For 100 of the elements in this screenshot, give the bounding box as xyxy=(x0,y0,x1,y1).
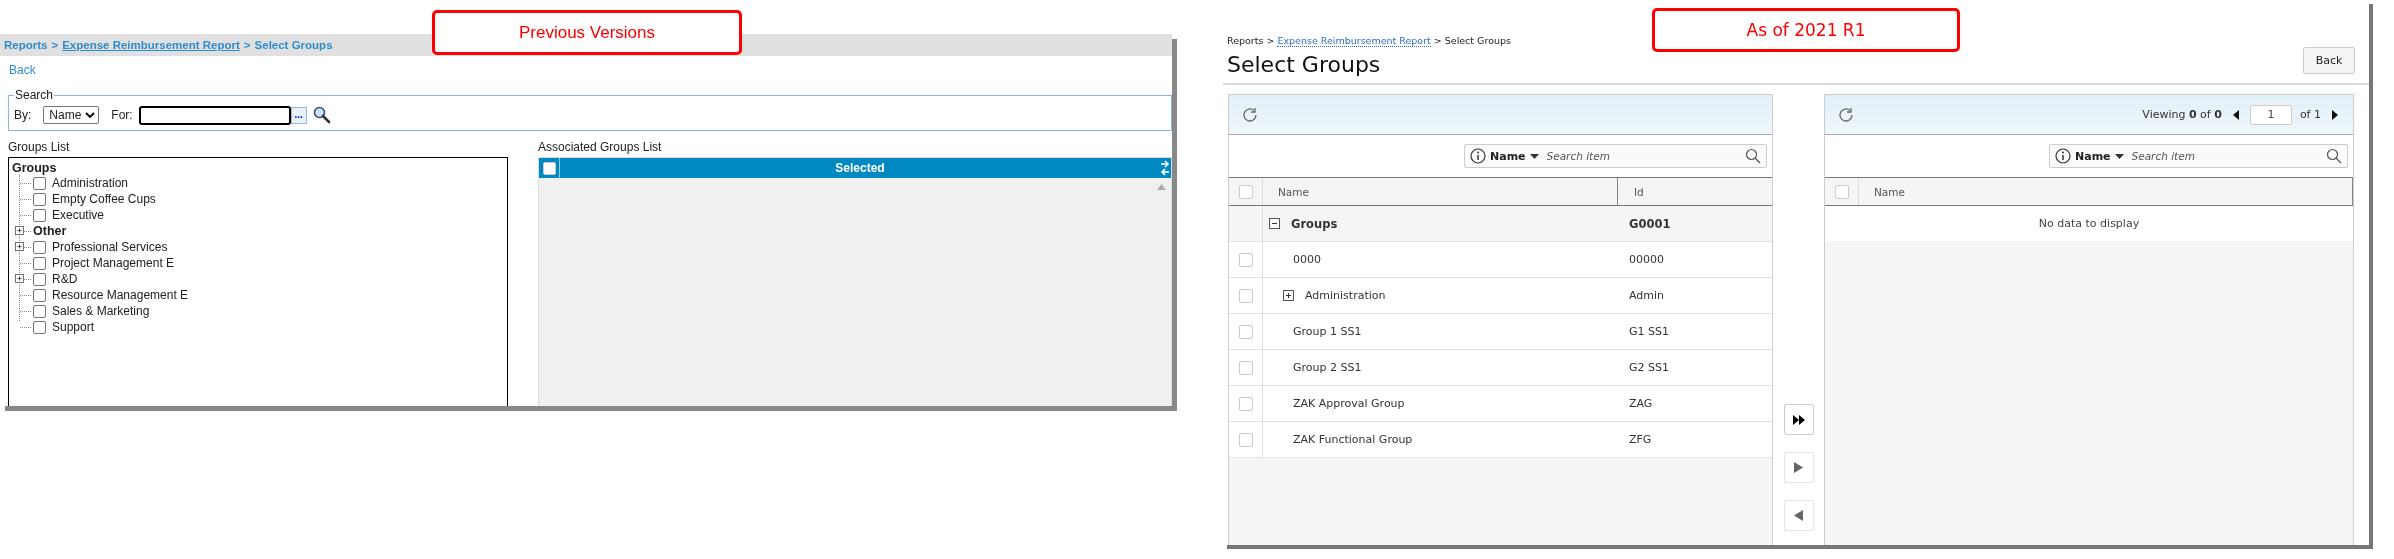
checkbox[interactable] xyxy=(33,320,46,334)
expand-icon[interactable] xyxy=(15,274,24,283)
checkbox[interactable] xyxy=(1238,288,1253,303)
tree-item[interactable]: Administration xyxy=(52,176,129,190)
table-cell: ZAK Functional Group xyxy=(1293,433,1413,446)
table-row[interactable]: Group 2 SS1 G2 SS1 xyxy=(1229,350,1772,386)
checkbox[interactable] xyxy=(542,161,556,175)
double-arrow-icon xyxy=(1792,414,1805,425)
page-input[interactable]: 1 xyxy=(2249,104,2292,125)
checkbox[interactable] xyxy=(33,288,46,302)
table-row[interactable]: 0000 00000 xyxy=(1229,242,1772,278)
by-label: By: xyxy=(14,108,32,122)
callout-label: As of 2021 R1 xyxy=(1652,8,1960,52)
back-link[interactable]: Back xyxy=(9,63,36,77)
search-icon[interactable] xyxy=(312,106,331,124)
refresh-icon[interactable] xyxy=(1241,105,1259,124)
checkbox[interactable] xyxy=(1238,432,1253,447)
tree-item[interactable]: R&D xyxy=(52,272,78,286)
list-label: Associated Groups List xyxy=(538,140,663,154)
table-row[interactable]: Groups G0001 xyxy=(1229,206,1772,242)
tree-item[interactable]: Resource Management E xyxy=(52,288,189,302)
search-by-dropdown[interactable]: Name xyxy=(43,106,100,124)
column-header[interactable]: Name xyxy=(1263,178,1618,205)
table-row[interactable]: Group 1 SS1 G1 SS1 xyxy=(1229,314,1772,350)
tree-item[interactable]: Professional Services xyxy=(52,240,168,254)
checkbox[interactable] xyxy=(1238,396,1253,411)
search-icon[interactable] xyxy=(1745,148,1761,164)
move-button[interactable] xyxy=(1783,404,1814,435)
checkbox[interactable] xyxy=(33,256,46,270)
previous-page-icon[interactable] xyxy=(2232,109,2239,120)
for-label: For: xyxy=(111,108,133,122)
breadcrumb-item: Select Groups xyxy=(1444,35,1511,47)
caret-icon xyxy=(1529,153,1539,159)
breadcrumb-link[interactable]: Expense Reimbursement Report xyxy=(1277,35,1431,47)
table-row[interactable]: ZAK Functional Group ZFG xyxy=(1229,422,1772,458)
checkbox[interactable] xyxy=(33,304,46,318)
field-dropdown[interactable]: Name xyxy=(2075,149,2124,163)
tree-category[interactable]: Other xyxy=(33,224,67,238)
breadcrumb-separator: > xyxy=(1433,35,1442,47)
field-dropdown[interactable]: Name xyxy=(1490,149,1539,163)
table-cell-text: G0001 xyxy=(1628,215,1672,233)
breadcrumb-separator: > xyxy=(51,39,59,51)
search-field[interactable]: Name Search item xyxy=(1464,144,1767,168)
tree-item[interactable]: Support xyxy=(52,320,95,334)
tree-item[interactable]: Empty Coffee Cups xyxy=(52,192,156,206)
checkbox[interactable] xyxy=(1238,360,1253,375)
table-cell-text: G2 SS1 xyxy=(1628,360,1670,376)
checkbox[interactable] xyxy=(1238,324,1253,339)
table-cell: Groups xyxy=(1291,216,1338,231)
breadcrumb-item: Reports xyxy=(4,39,48,51)
callout-label: Previous Versions xyxy=(432,10,742,55)
next-page-icon[interactable] xyxy=(2332,109,2338,120)
left-arrow-icon xyxy=(1794,510,1803,521)
table-cell-text: ZAG xyxy=(1628,396,1654,412)
info-icon[interactable] xyxy=(2055,148,2071,164)
expand-icon[interactable] xyxy=(15,242,24,251)
collapse-icon[interactable] xyxy=(1269,218,1280,229)
refresh-icon[interactable] xyxy=(1837,105,1855,124)
search-input[interactable] xyxy=(138,105,291,125)
list-label: Groups List xyxy=(8,140,71,154)
table-cell-text: ZFG xyxy=(1628,432,1653,448)
column-header[interactable]: Name xyxy=(1859,178,2353,205)
swap-icon[interactable] xyxy=(1160,159,1170,177)
record-count: Viewing 0 of 0 xyxy=(2142,108,2222,121)
breadcrumb-separator: > xyxy=(1266,35,1275,47)
checkbox[interactable] xyxy=(33,176,46,190)
table-cell: ZAK Approval Group xyxy=(1293,397,1405,410)
table-cell: Administration xyxy=(1305,289,1386,302)
table-row[interactable]: Administration Admin xyxy=(1229,278,1772,314)
checkbox[interactable] xyxy=(33,240,46,254)
table-cell-text: G1 SS1 xyxy=(1628,324,1670,340)
table-cell: Group 2 SS1 xyxy=(1293,361,1362,374)
checkbox[interactable] xyxy=(33,208,46,222)
tree-item[interactable]: Sales & Marketing xyxy=(52,304,150,318)
checkbox[interactable] xyxy=(1834,184,1849,199)
tree-root[interactable]: Groups xyxy=(12,161,57,175)
checkbox[interactable] xyxy=(1238,252,1253,267)
search-field[interactable]: Name Search item xyxy=(2049,144,2348,168)
page-total: of 1 xyxy=(2299,108,2321,121)
table-cell-text: 00000 xyxy=(1628,252,1665,268)
page-title: Select Groups xyxy=(1227,51,1382,79)
tree-item[interactable]: Project Management E xyxy=(52,256,175,270)
caret-icon xyxy=(2114,153,2124,159)
breadcrumb-item: Reports xyxy=(1227,35,1264,47)
checkbox[interactable] xyxy=(1238,184,1253,199)
expand-icon[interactable] xyxy=(1283,290,1294,301)
info-icon[interactable] xyxy=(1470,148,1486,164)
back-button[interactable]: Back xyxy=(2303,47,2355,74)
search-icon[interactable] xyxy=(2326,148,2342,164)
checkbox[interactable] xyxy=(33,192,46,206)
column-header[interactable]: Id xyxy=(1618,178,1772,205)
table-row[interactable]: ZAK Approval Group ZAG xyxy=(1229,386,1772,422)
right-arrow-icon xyxy=(1794,462,1803,473)
breadcrumb-separator: > xyxy=(243,39,251,51)
table-cell: 0000 xyxy=(1293,253,1321,266)
expand-icon[interactable] xyxy=(15,226,24,235)
tree-item[interactable]: Executive xyxy=(52,208,105,222)
table-cell-text: Admin xyxy=(1628,288,1666,304)
checkbox[interactable] xyxy=(33,272,46,286)
empty-message: No data to display xyxy=(2038,217,2140,230)
